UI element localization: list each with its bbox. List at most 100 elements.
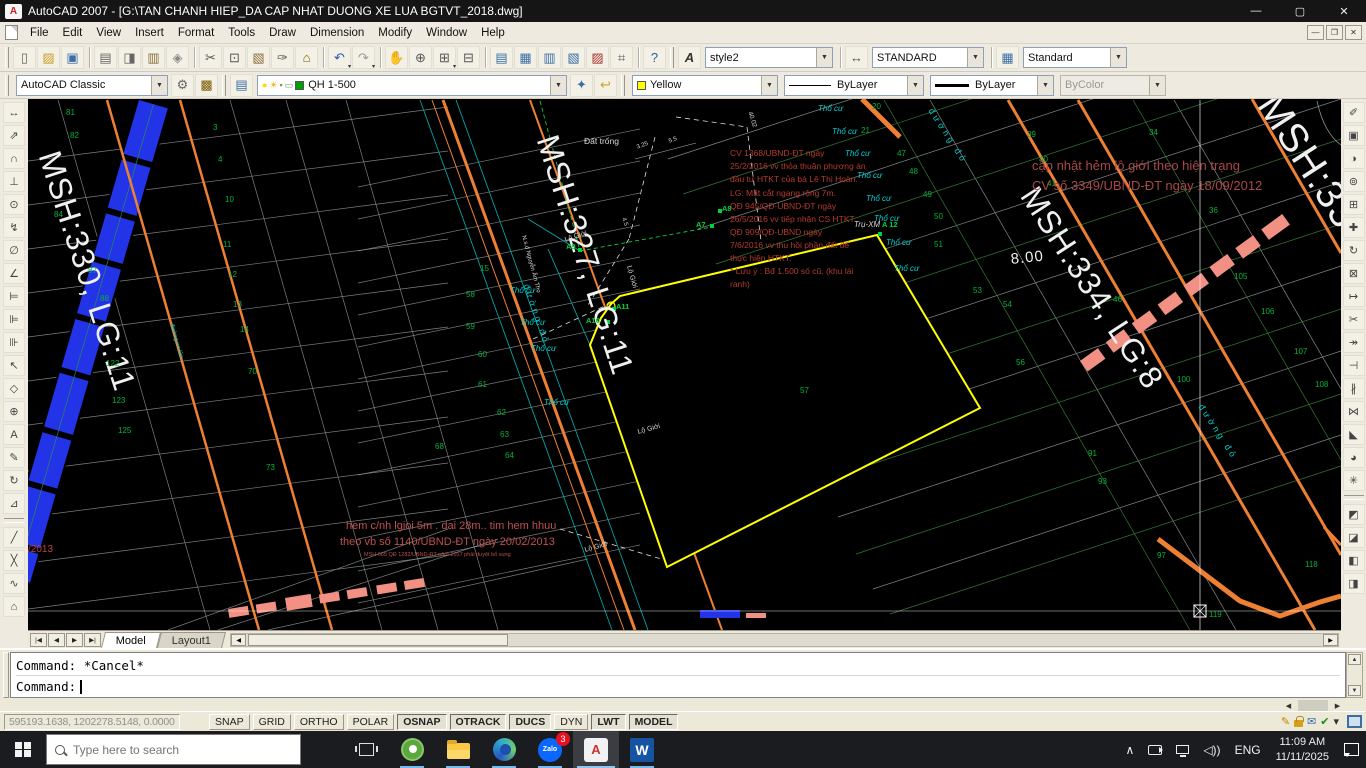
break-button[interactable]: ∦ — [1343, 378, 1365, 399]
construction-line-button[interactable]: ╳ — [3, 550, 25, 571]
coccoc-browser-button[interactable] — [389, 731, 435, 768]
tab-first-button[interactable]: |◀ — [30, 633, 47, 647]
toggle-model[interactable]: MODEL — [629, 714, 679, 730]
trim-button[interactable]: ✂ — [1343, 309, 1365, 330]
publish-web-button[interactable]: ◈ — [166, 46, 189, 69]
tab-layout1[interactable]: Layout1 — [157, 632, 226, 648]
chevron-down-icon[interactable]: ▼ — [550, 76, 566, 95]
toolbar-lock-icon[interactable] — [1294, 720, 1303, 727]
toolbar-grip[interactable] — [5, 47, 9, 68]
tab-next-button[interactable]: ▶ — [66, 633, 83, 647]
redo-button[interactable]: ↷▾ — [352, 46, 375, 69]
aligned-dimension-button[interactable]: ⇗ — [3, 125, 25, 146]
layer-properties-manager-icon[interactable]: ▤ — [230, 74, 253, 97]
send-to-back-button[interactable]: ◪ — [1343, 527, 1365, 548]
array-button[interactable]: ⊞ — [1343, 194, 1365, 215]
toggle-snap[interactable]: SNAP — [209, 714, 250, 730]
layer-plot-icon[interactable]: ▭ — [285, 80, 294, 91]
scale-button[interactable]: ⊠ — [1343, 263, 1365, 284]
save-workspace-icon[interactable]: ▩ — [195, 74, 218, 97]
ordinate-dimension-button[interactable]: ⊥ — [3, 171, 25, 192]
chevron-down-icon[interactable]: ▼ — [151, 76, 167, 95]
rotate-button[interactable]: ↻ — [1343, 240, 1365, 261]
scroll-up-icon[interactable]: ▲ — [1348, 654, 1361, 665]
clean-screen-button[interactable] — [1347, 715, 1362, 728]
clock[interactable]: 11:09 AM 11/11/2025 — [1268, 735, 1337, 764]
join-button[interactable]: ⋈ — [1343, 401, 1365, 422]
save-button[interactable]: ▣ — [61, 46, 84, 69]
text-style-combo[interactable]: style2 ▼ — [705, 47, 833, 68]
polygon-button[interactable]: ⌂ — [3, 596, 25, 617]
zalo-button[interactable]: Zalo 3 — [527, 731, 573, 768]
dropdown-arrow-icon[interactable]: ▾ — [372, 63, 375, 70]
toggle-ortho[interactable]: ORTHO — [294, 714, 344, 730]
toggle-grid[interactable]: GRID — [253, 714, 291, 730]
tray-dropdown-arrow-icon[interactable]: ▾ — [1333, 715, 1339, 728]
volume-icon[interactable]: ◁)) — [1196, 743, 1227, 757]
angular-dimension-button[interactable]: ∠ — [3, 263, 25, 284]
dropdown-arrow-icon[interactable]: ▾ — [348, 63, 351, 70]
layer-lock-icon[interactable]: ▪ — [280, 80, 283, 90]
scroll-right-icon[interactable]: ▶ — [1330, 700, 1345, 711]
dimension-style-button[interactable]: ⊿ — [3, 493, 25, 514]
dropdown-arrow-icon[interactable]: ▾ — [453, 63, 456, 70]
toggle-ducs[interactable]: DUCS — [509, 714, 551, 730]
command-prompt-line[interactable]: Command: — [16, 676, 1340, 697]
menu-item[interactable]: Draw — [262, 24, 303, 42]
tool-palettes-button[interactable]: ▥ — [538, 46, 561, 69]
menu-item[interactable]: View — [89, 24, 128, 42]
annotation-warning-icon[interactable]: ✎ — [1281, 715, 1290, 728]
jogged-dimension-button[interactable]: ↯ — [3, 217, 25, 238]
cut-button[interactable]: ✂ — [199, 46, 222, 69]
designcenter-button[interactable]: ▦ — [514, 46, 537, 69]
zoom-previous-button[interactable]: ⊟ — [457, 46, 480, 69]
chevron-down-icon[interactable]: ▼ — [816, 48, 832, 67]
taskbar-search[interactable] — [46, 734, 301, 765]
maximize-button[interactable]: ▢ — [1278, 0, 1322, 22]
open-file-button[interactable]: ▨ — [37, 46, 60, 69]
break-at-point-button[interactable]: ⊣ — [1343, 355, 1365, 376]
action-center-icon[interactable] — [1337, 743, 1366, 756]
scroll-left-icon[interactable]: ◀ — [1281, 700, 1296, 711]
block-editor-button[interactable]: ⌂ — [295, 46, 318, 69]
start-button[interactable] — [0, 731, 46, 768]
text-style-manager-icon[interactable]: A — [678, 46, 701, 69]
bring-to-front-button[interactable]: ◩ — [1343, 504, 1365, 525]
menu-item[interactable]: Window — [419, 24, 474, 42]
toggle-osnap[interactable]: OSNAP — [397, 714, 446, 730]
fillet-button[interactable]: ◕ — [1343, 447, 1365, 468]
quick-leader-button[interactable]: ↖ — [3, 355, 25, 376]
baseline-dimension-button[interactable]: ⊫ — [3, 309, 25, 330]
toggle-lwt[interactable]: LWT — [591, 714, 625, 730]
layer-combo[interactable]: ● ☀ ▪ ▭ QH 1-500 ▼ — [257, 75, 567, 96]
minimize-button[interactable]: — — [1234, 0, 1278, 22]
menu-item[interactable]: File — [23, 24, 56, 42]
line-button[interactable]: ╱ — [3, 527, 25, 548]
quickcalc-button[interactable]: ⌗ — [610, 46, 633, 69]
copy-object-button[interactable]: ▣ — [1343, 125, 1365, 146]
scrollbar-thumb[interactable] — [248, 634, 508, 646]
doc-close-button[interactable]: ✕ — [1345, 25, 1362, 40]
zoom-window-button[interactable]: ⊞▾ — [433, 46, 456, 69]
command-window-grip[interactable] — [3, 652, 9, 698]
explode-button[interactable]: ✳ — [1343, 470, 1365, 491]
network-icon[interactable] — [1169, 745, 1196, 754]
plot-button[interactable]: ▤ — [94, 46, 117, 69]
send-under-objects-button[interactable]: ◨ — [1343, 573, 1365, 594]
help-button[interactable]: ? — [643, 46, 666, 69]
word-button[interactable]: W — [619, 731, 665, 768]
menu-item[interactable]: Modify — [371, 24, 419, 42]
zoom-realtime-button[interactable]: ⊕ — [409, 46, 432, 69]
sheetset-manager-button[interactable]: ▧ — [562, 46, 585, 69]
tab-prev-button[interactable]: ◀ — [48, 633, 65, 647]
autocad-taskbar-button[interactable]: A — [573, 731, 619, 768]
extend-button[interactable]: ↠ — [1343, 332, 1365, 353]
search-input[interactable] — [73, 743, 300, 757]
drawing-canvas[interactable]: MSH:330, LG:11MSH:327, LG:11MSH:334, LG:… — [28, 99, 1341, 630]
bring-above-objects-button[interactable]: ◧ — [1343, 550, 1365, 571]
tab-model[interactable]: Model — [101, 632, 161, 648]
table-style-manager-icon[interactable]: ▦ — [996, 46, 1019, 69]
toggle-dyn[interactable]: DYN — [554, 714, 588, 730]
menu-item[interactable]: Edit — [56, 24, 90, 42]
workspace-combo[interactable]: AutoCAD Classic ▼ — [16, 75, 168, 96]
